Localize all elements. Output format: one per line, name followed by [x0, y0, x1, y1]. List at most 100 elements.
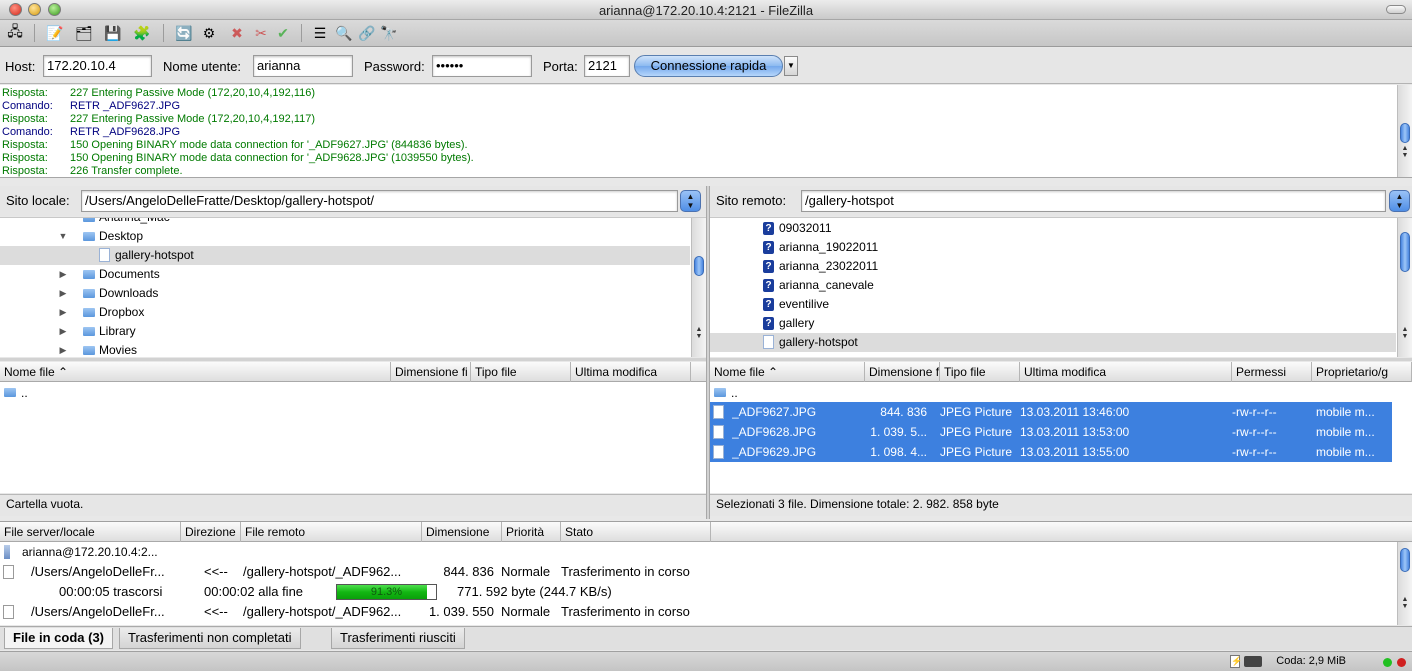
col-queue-state[interactable]: Stato	[561, 522, 711, 542]
log-scroll-thumb[interactable]	[1400, 123, 1410, 143]
tree-item[interactable]: ▶ Downloads	[0, 284, 690, 303]
filter-icon[interactable]: ☰	[309, 23, 331, 43]
queue-server-row[interactable]: arianna@172.20.10.4:2...	[0, 542, 1395, 562]
tree-item-label: Library	[99, 324, 136, 338]
table-row[interactable]: _ADF9627.JPG 844. 836 JPEG Picture 13.03.20…	[710, 402, 1392, 422]
reconnect-icon[interactable]: ✔	[272, 23, 294, 43]
tab-failed-transfers[interactable]: Trasferimenti non completati	[119, 628, 301, 649]
queue-scroll-thumb[interactable]	[1400, 548, 1410, 572]
col-queue-remote[interactable]: File remoto	[241, 522, 422, 542]
col-queue-priority[interactable]: Priorità	[502, 522, 561, 542]
tree-item[interactable]: Arianna_Mac	[0, 218, 690, 227]
folder-icon	[99, 248, 110, 262]
scroll-arrows-icon[interactable]: ▲ ▼	[1398, 145, 1412, 159]
tree-item[interactable]: ▶ Dropbox	[0, 303, 690, 322]
scroll-arrows-icon[interactable]: ▲ ▼	[1398, 596, 1412, 610]
list-item[interactable]: ..	[710, 383, 1412, 403]
tree-item-label: eventilive	[779, 297, 830, 311]
unknown-folder-icon: ?	[763, 279, 774, 292]
filter-indicator-icon[interactable]: ⚡	[1230, 655, 1242, 668]
compare-icon[interactable]: 🔍	[333, 23, 355, 43]
disclosure-closed-icon[interactable]: ▶	[58, 284, 68, 303]
remote-path-stepper[interactable]: ▲ ▼	[1389, 190, 1410, 212]
remote-path-field[interactable]: /gallery-hotspot	[801, 190, 1386, 212]
tree-item[interactable]: gallery-hotspot	[710, 333, 1396, 352]
disclosure-open-icon[interactable]: ▼	[58, 227, 68, 246]
process-queue-icon[interactable]: ⚙	[198, 23, 220, 43]
port-field[interactable]: 2121	[584, 55, 630, 77]
queue-scrollbar[interactable]: ▲ ▼	[1397, 542, 1412, 625]
remote-tree-scrollbar[interactable]: ▲ ▼	[1397, 218, 1412, 357]
tree-item[interactable]: ? arianna_23022011	[710, 257, 1396, 276]
sync-browse-icon[interactable]: 🔗	[356, 23, 378, 43]
local-pane-splitter[interactable]	[0, 358, 706, 361]
tree-item[interactable]: ▼ Desktop	[0, 227, 690, 246]
col-queue-local[interactable]: File server/locale	[0, 522, 181, 542]
list-item[interactable]: ..	[0, 383, 706, 403]
remote-file-list: Nome file ⌃ Dimensione f Tipo file Ultim…	[710, 362, 1412, 493]
tab-successful-transfers[interactable]: Trasferimenti riusciti	[331, 628, 465, 649]
username-field[interactable]: arianna	[253, 55, 353, 77]
col-queue-direction[interactable]: Direzione	[181, 522, 241, 542]
disclosure-closed-icon[interactable]: ▶	[58, 303, 68, 322]
scroll-arrows-icon[interactable]: ▲ ▼	[692, 326, 706, 340]
transfer-queue-icon[interactable]: 🧩	[131, 23, 153, 43]
tree-item[interactable]: ▶ Documents	[0, 265, 690, 284]
cell-owner: mobile m...	[1316, 425, 1375, 439]
folder-icon	[83, 218, 95, 222]
col-local-size[interactable]: Dimensione fi	[391, 362, 471, 382]
table-row[interactable]: /Users/AngeloDelleFr... <<-- /gallery-ho…	[0, 562, 1395, 582]
col-remote-type[interactable]: Tipo file	[940, 362, 1020, 382]
cancel-icon[interactable]: ✖	[226, 23, 248, 43]
password-field[interactable]: ••••••	[432, 55, 532, 77]
col-remote-name[interactable]: Nome file ⌃	[710, 362, 865, 382]
tree-item[interactable]: ? arianna_19022011	[710, 238, 1396, 257]
col-local-type[interactable]: Tipo file	[471, 362, 571, 382]
site-manager-icon[interactable]: 🖧	[4, 23, 26, 43]
disclosure-closed-icon[interactable]: ▶	[58, 341, 68, 357]
log-scrollbar[interactable]: ▲ ▼	[1397, 85, 1412, 177]
tree-item[interactable]: gallery-hotspot	[0, 246, 690, 265]
local-tree-scroll-thumb[interactable]	[694, 256, 704, 276]
tree-item[interactable]: ▶ Movies	[0, 341, 690, 357]
disconnect-icon[interactable]: ✂	[250, 23, 272, 43]
quickconnect-button[interactable]: Connessione rapida	[634, 55, 783, 77]
col-remote-perms[interactable]: Permessi	[1232, 362, 1312, 382]
col-remote-owner[interactable]: Proprietario/g	[1312, 362, 1412, 382]
log-message: 227 Entering Passive Mode (172,20,10,4,1…	[70, 113, 316, 125]
col-remote-size[interactable]: Dimensione f	[865, 362, 940, 382]
col-remote-modified[interactable]: Ultima modifica	[1020, 362, 1232, 382]
table-row[interactable]: _ADF9629.JPG 1. 098. 4... JPEG Picture 13.0…	[710, 442, 1392, 462]
table-row[interactable]: /Users/AngeloDelleFr... <<-- /gallery-ho…	[0, 602, 1395, 622]
col-local-modified[interactable]: Ultima modifica	[571, 362, 691, 382]
local-tree-icon[interactable]: 🗂	[73, 23, 95, 43]
toolbar-toggle-button[interactable]	[1386, 5, 1406, 14]
scroll-arrows-icon[interactable]: ▲ ▼	[1398, 326, 1412, 340]
local-tree-scrollbar[interactable]: ▲ ▼	[691, 218, 706, 357]
col-queue-size[interactable]: Dimensione	[422, 522, 502, 542]
binary-mode-icon[interactable]	[1244, 656, 1262, 667]
tree-item[interactable]: ? 09032011	[710, 219, 1396, 238]
table-row[interactable]: _ADF9628.JPG 1. 039. 5... JPEG Picture 13.0…	[710, 422, 1392, 442]
cell-modified: 13.03.2011 13:53:00	[1020, 425, 1130, 439]
host-field[interactable]: 172.20.10.4	[43, 55, 152, 77]
remote-tree-scroll-thumb[interactable]	[1400, 232, 1410, 272]
local-path-field[interactable]: /Users/AngeloDelleFratte/Desktop/gallery…	[81, 190, 678, 212]
tree-item[interactable]: ▶ Library	[0, 322, 690, 341]
remote-pane-splitter[interactable]	[710, 358, 1412, 361]
disclosure-closed-icon[interactable]: ▶	[58, 265, 68, 284]
local-list-header: Nome file ⌃ Dimensione fi Tipo file Ulti…	[0, 362, 706, 382]
tab-queued-files[interactable]: File in coda (3)	[4, 628, 114, 649]
tree-item[interactable]: ? gallery	[710, 314, 1396, 333]
queue-state: Trasferimento in corso	[561, 604, 690, 619]
tree-item[interactable]: ? arianna_canevale	[710, 276, 1396, 295]
refresh-icon[interactable]: 🔄	[173, 23, 195, 43]
disclosure-closed-icon[interactable]: ▶	[58, 322, 68, 341]
tree-item[interactable]: ? eventilive	[710, 295, 1396, 314]
col-local-name[interactable]: Nome file ⌃	[0, 362, 391, 382]
quickconnect-dropdown-icon[interactable]: ▼	[784, 56, 798, 76]
message-log-icon[interactable]: 📝	[44, 23, 66, 43]
remote-tree-icon[interactable]: 💾	[102, 23, 124, 43]
search-icon[interactable]: 🔭	[378, 23, 400, 43]
local-path-stepper[interactable]: ▲ ▼	[680, 190, 701, 212]
